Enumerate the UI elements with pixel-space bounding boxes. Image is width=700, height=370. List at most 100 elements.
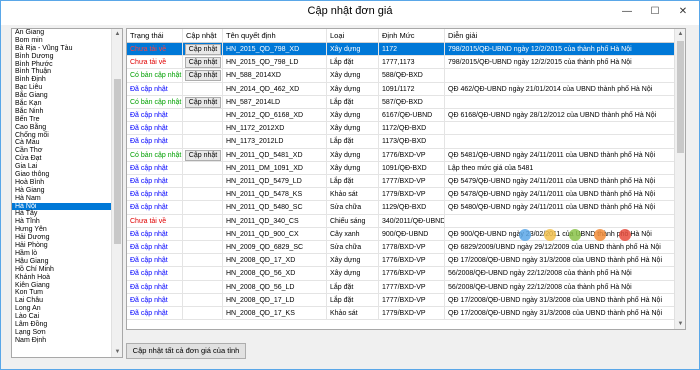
- table-row[interactable]: Đã cập nhật HN_1172_2012XD Xây dựng 1172/QĐ…: [127, 122, 675, 136]
- norm-cell: 1091/QĐ-BXD: [379, 161, 445, 175]
- table-row[interactable]: Đã cập nhật HN_2008_QD_56_XD Xây dựng 1776/…: [127, 267, 675, 281]
- window-title: Cập nhật đơn giá: [307, 5, 393, 17]
- minimize-button[interactable]: —: [613, 1, 641, 23]
- scroll-down-icon[interactable]: ▼: [112, 347, 122, 357]
- grid-scrollbar[interactable]: ▲ ▼: [674, 29, 685, 329]
- table-row[interactable]: Đã cập nhật HN_1173_2012LD Lắp đặt 1173/QĐ-…: [127, 135, 675, 149]
- type-cell: Lắp đặt: [327, 175, 379, 188]
- province-item[interactable]: Hồ Chí Minh: [12, 266, 112, 274]
- province-item[interactable]: Hưng Yên: [12, 226, 112, 234]
- province-item[interactable]: Hà Tây: [12, 210, 112, 218]
- province-item[interactable]: Cửa Đạt: [12, 155, 112, 163]
- province-scrollbar[interactable]: ▲ ▼: [111, 29, 122, 357]
- province-item[interactable]: Bắc Ninh: [12, 108, 112, 116]
- province-item[interactable]: An Giang: [12, 29, 112, 37]
- table-row[interactable]: Có bản cập nhật Cập nhật HN_588_2014XD Xây …: [127, 69, 675, 83]
- table-row[interactable]: Có bản cập nhật Cập nhật HN_587_2014LD Lắp …: [127, 95, 675, 109]
- province-item[interactable]: Hà Tĩnh: [12, 218, 112, 226]
- table-row[interactable]: Chưa tải về Cập nhật HN_2015_QD_798_LD Lắp …: [127, 56, 675, 70]
- grid-scroll-down-icon[interactable]: ▼: [675, 319, 685, 329]
- status-cell: Đã cập nhật: [127, 254, 183, 268]
- description-cell: [445, 122, 675, 136]
- province-item[interactable]: Hà Giang: [12, 187, 112, 195]
- table-row[interactable]: Đã cập nhật HN_2009_QD_6829_SC Sửa chữa 177…: [127, 241, 675, 255]
- row-update-button[interactable]: Cập nhật: [185, 44, 221, 55]
- table-row[interactable]: Đã cập nhật HN_2008_QD_56_LD Lắp đặt 1777/B…: [127, 280, 675, 294]
- table-row[interactable]: Đã cập nhật HN_2014_QD_462_XD Xây dựng 1091…: [127, 82, 675, 96]
- province-item[interactable]: Chống mối: [12, 132, 112, 140]
- description-cell: 798/2015/QĐ-UBND ngày 12/2/2015 của thàn…: [445, 43, 675, 56]
- province-item[interactable]: Nam Định: [12, 337, 112, 345]
- grid-header: Trạng thái Cập nhật Tên quyết định Loại …: [127, 29, 675, 43]
- header-update[interactable]: Cập nhật: [183, 29, 223, 43]
- province-item[interactable]: Hầm lò: [12, 250, 112, 258]
- close-button[interactable]: ✕: [669, 1, 697, 23]
- table-row[interactable]: Đã cập nhật HN_2008_QD_17_KS Khảo sát 1779/…: [127, 307, 675, 321]
- header-type[interactable]: Loại: [327, 29, 379, 43]
- scroll-thumb[interactable]: [114, 79, 121, 244]
- description-cell: [445, 69, 675, 83]
- province-item[interactable]: Hoà Bình: [12, 179, 112, 187]
- table-row[interactable]: Đã cập nhật HN_2011_QD_5478_KS Khảo sát 177…: [127, 188, 675, 202]
- header-status[interactable]: Trạng thái: [127, 29, 183, 43]
- province-item[interactable]: Bình Định: [12, 76, 112, 84]
- province-listbox[interactable]: An Giang Bom min Bà Rịa - Vũng Tàu Bình Dươ…: [11, 28, 123, 358]
- norm-cell: 1173/QĐ-BXD: [379, 135, 445, 149]
- table-row[interactable]: Đã cập nhật HN_2008_QD_17_LD Lắp đặt 1777/B…: [127, 293, 675, 307]
- province-item[interactable]: Bắc Giang: [12, 92, 112, 100]
- table-row[interactable]: Đã cập nhật HN_2012_QD_6168_XD Xây dựng 616…: [127, 109, 675, 123]
- province-item[interactable]: Bà Rịa - Vũng Tàu: [12, 45, 112, 53]
- row-update-button[interactable]: Cập nhật: [185, 57, 221, 69]
- province-item[interactable]: Hà Nội: [12, 202, 112, 211]
- province-item[interactable]: Bến Tre: [12, 116, 112, 124]
- table-row[interactable]: Đã cập nhật HN_2011_QD_900_CX Cây xanh 900/…: [127, 227, 675, 241]
- row-update-button[interactable]: Cập nhật: [185, 96, 221, 108]
- table-row[interactable]: Chưa tải về Cập nhật HN_2015_QD_798_XD Xây …: [127, 43, 675, 57]
- province-item[interactable]: Hải Phòng: [12, 242, 112, 250]
- province-item[interactable]: Kon Tum: [12, 289, 112, 297]
- status-cell: Đã cập nhật: [127, 267, 183, 281]
- header-description[interactable]: Diễn giải: [445, 29, 675, 43]
- province-item[interactable]: Gia Lai: [12, 163, 112, 171]
- table-row[interactable]: Chưa tải về HN_2011_QD_340_CS Chiếu sáng 34…: [127, 214, 675, 228]
- province-item[interactable]: Lâm Đồng: [12, 321, 112, 329]
- table-row[interactable]: Đã cập nhật HN_2011_QD_5479_LD Lắp đặt 1777…: [127, 175, 675, 189]
- grid-scroll-up-icon[interactable]: ▲: [675, 29, 685, 39]
- update-cell: [183, 241, 223, 254]
- province-item[interactable]: Hà Nam: [12, 195, 112, 203]
- description-cell: 798/2015/QĐ-UBND ngày 12/2/2015 của thàn…: [445, 56, 675, 70]
- province-item[interactable]: Bạc Liêu: [12, 84, 112, 92]
- province-item[interactable]: Bình Phước: [12, 61, 112, 69]
- province-item[interactable]: Khánh Hoà: [12, 274, 112, 282]
- table-row[interactable]: Đã cập nhật HN_2008_QD_17_XD Xây dựng 1776/…: [127, 254, 675, 268]
- province-item[interactable]: Lạng Sơn: [12, 329, 112, 337]
- row-update-button[interactable]: Cập nhật: [185, 149, 221, 161]
- status-cell: Có bản cập nhật: [127, 95, 183, 109]
- province-item[interactable]: Giao thông: [12, 171, 112, 179]
- norm-cell: 1779/BXD-VP: [379, 307, 445, 320]
- row-update-button[interactable]: Cập nhật: [185, 70, 221, 82]
- province-item[interactable]: Hải Dương: [12, 234, 112, 242]
- province-item[interactable]: Lai Châu: [12, 297, 112, 305]
- table-row[interactable]: Đã cập nhật HN_2011_DM_1091_XD Xây dựng 109…: [127, 161, 675, 175]
- province-item[interactable]: Hậu Giang: [12, 258, 112, 266]
- description-cell: QĐ 17/2008/QĐ-UBND ngày 31/3/2008 của UB…: [445, 293, 675, 307]
- header-norm[interactable]: Định Mức: [379, 29, 445, 43]
- province-item[interactable]: Bình Dương: [12, 53, 112, 61]
- province-item[interactable]: Long An: [12, 305, 112, 313]
- header-decision-name[interactable]: Tên quyết định: [223, 29, 327, 43]
- update-all-button[interactable]: Cập nhật tất cả đơn giá của tỉnh: [126, 343, 246, 359]
- province-item[interactable]: Bom min: [12, 37, 112, 45]
- table-row[interactable]: Có bản cập nhật Cập nhật HN_2011_QD_5481_X…: [127, 148, 675, 162]
- province-item[interactable]: Lào Cai: [12, 313, 112, 321]
- table-row[interactable]: Đã cập nhật HN_2011_QD_5480_SC Sửa chữa 112…: [127, 201, 675, 215]
- maximize-button[interactable]: ☐: [641, 1, 669, 23]
- province-item[interactable]: Bình Thuận: [12, 68, 112, 76]
- grid-scroll-thumb[interactable]: [677, 41, 684, 153]
- province-item[interactable]: Kiên Giang: [12, 282, 112, 290]
- scroll-up-icon[interactable]: ▲: [112, 29, 122, 39]
- province-item[interactable]: Cao Bằng: [12, 124, 112, 132]
- decision-name-cell: HN_2012_QD_6168_XD: [223, 109, 327, 122]
- province-item[interactable]: Bắc Kạn: [12, 100, 112, 108]
- type-cell: Xây dựng: [327, 69, 379, 83]
